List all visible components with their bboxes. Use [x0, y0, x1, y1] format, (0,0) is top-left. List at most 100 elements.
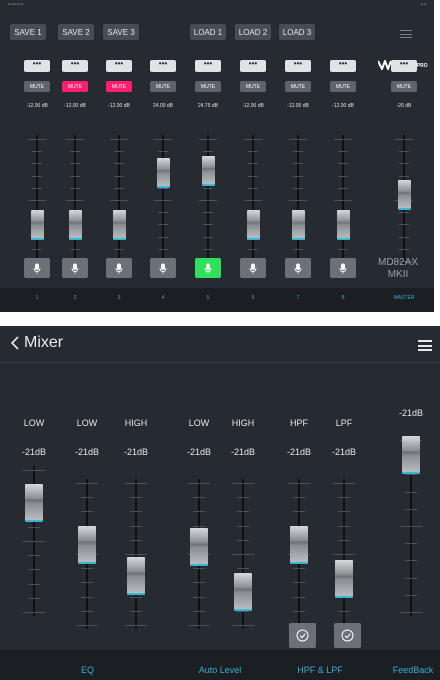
eq-high-fader-knob[interactable]	[127, 557, 145, 596]
channel-6-fader-tick	[248, 187, 258, 189]
channel-3-fader-tick	[114, 163, 124, 165]
channel-4-mic-button[interactable]	[150, 258, 176, 278]
channel-1-settings-button[interactable]: •••	[24, 60, 50, 72]
channel-4-fader-tick	[154, 139, 172, 140]
hpf-enable-button[interactable]	[289, 623, 316, 648]
channel-8-mic-button[interactable]	[330, 258, 356, 278]
load-2-button[interactable]: LOAD 2	[235, 24, 271, 40]
auto-level-high-fader-tick	[232, 625, 254, 626]
eq-low-2-fader-tick	[76, 625, 98, 626]
channel-3-fader-tick	[114, 151, 124, 153]
auto-level-high-fader-tick	[237, 511, 249, 513]
hpf-fader-tick	[293, 568, 305, 570]
channel-5-fader-knob[interactable]	[201, 156, 215, 186]
feedback-fader-tick	[400, 526, 422, 527]
lpf-fader-knob[interactable]	[335, 559, 353, 598]
feedback-fader-tick	[400, 612, 422, 613]
hpf-fader-tick	[293, 497, 305, 499]
auto-level-high-fader-knob[interactable]	[234, 573, 252, 612]
channel-1-fader-tick	[32, 175, 42, 177]
model-name: MD82AX MKII	[368, 257, 428, 281]
channel-4-fader-tick	[158, 224, 168, 226]
load-3-button[interactable]: LOAD 3	[279, 24, 315, 40]
channel-1-mute-button[interactable]: MUTE	[24, 81, 50, 92]
hpf-fader-tick	[293, 596, 305, 598]
eq-low-2-fader-tick	[76, 483, 98, 484]
channel-8-level-value: -12.00 dB	[332, 103, 354, 109]
channel-4-settings-button[interactable]: •••	[150, 60, 176, 72]
auto-level-low-fader-tick	[193, 582, 205, 584]
channel-4-fader-knob[interactable]	[156, 158, 170, 188]
channel-number-3: 3	[117, 295, 121, 301]
channel-1-level-value: -12.00 dB	[26, 103, 48, 109]
channel-7-fader-knob[interactable]	[291, 210, 305, 240]
mic-icon	[294, 263, 302, 274]
save-3-button[interactable]: SAVE 3	[103, 24, 139, 40]
channel-4-mute-button[interactable]: MUTE	[150, 81, 176, 92]
eq-low-1-value: -21dB	[21, 447, 47, 457]
eq-low-1-label: LOW	[23, 418, 45, 428]
master-settings-button[interactable]: •••	[391, 60, 417, 72]
save-1-button[interactable]: SAVE 1	[10, 24, 46, 40]
channel-6-settings-button[interactable]: •••	[240, 60, 266, 72]
channel-6-mute-button[interactable]: MUTE	[240, 81, 266, 92]
channel-6-fader-tick	[248, 163, 258, 165]
load-1-button[interactable]: LOAD 1	[190, 24, 226, 40]
channel-2-mute-button[interactable]: MUTE	[62, 81, 88, 92]
channel-3-mic-button[interactable]	[106, 258, 132, 278]
channel-7-fader-tick	[293, 248, 303, 250]
channel-2-fader-tick	[70, 248, 80, 250]
channel-3-settings-button[interactable]: •••	[106, 60, 132, 72]
channel-5-mic-button[interactable]	[195, 258, 221, 278]
eq-low-1-fader-knob[interactable]	[25, 483, 43, 522]
channel-3-fader-tick	[114, 175, 124, 177]
channel-6-mic-button[interactable]	[240, 258, 266, 278]
channel-7-settings-button[interactable]: •••	[285, 60, 311, 72]
channel-8-fader-tick	[338, 248, 348, 250]
eq-low-2-fader-knob[interactable]	[78, 526, 96, 565]
channel-7-mute-button[interactable]: MUTE	[285, 81, 311, 92]
channel-3-mute-button[interactable]: MUTE	[106, 81, 132, 92]
lpf-enable-button[interactable]	[334, 623, 361, 648]
menu-icon[interactable]	[418, 340, 432, 351]
auto-level-low-fader-knob[interactable]	[190, 528, 208, 567]
channel-8-mute-button[interactable]: MUTE	[330, 81, 356, 92]
model-line-2: MKII	[387, 269, 409, 280]
eq-high-fader-tick	[130, 525, 142, 527]
feedback-fader-tick	[405, 474, 417, 476]
channel-6-fader-knob[interactable]	[246, 210, 260, 240]
channel-5-mute-button[interactable]: MUTE	[195, 81, 221, 92]
channel-1-mic-button[interactable]	[24, 258, 50, 278]
fx-mixer-panel: Mixer LOW -21dB LOW -21dB HIGH -21dB LOW -21dB H…	[0, 326, 440, 680]
channel-number-6: 6	[251, 295, 255, 301]
channel-1-fader-knob[interactable]	[30, 210, 44, 240]
channel-7-mic-button[interactable]	[285, 258, 311, 278]
channel-8-fader-tick	[338, 163, 348, 165]
channel-2-mic-button[interactable]	[62, 258, 88, 278]
auto-level-high-fader-tick	[232, 483, 254, 484]
channel-8-fader-tick	[338, 175, 348, 177]
auto-level-high-fader-tick	[237, 525, 249, 527]
header-divider	[0, 362, 440, 363]
eq-low-1-fader-tick	[23, 612, 45, 613]
channel-2-settings-button[interactable]: •••	[62, 60, 88, 72]
mic-icon	[249, 263, 257, 274]
channel-2-fader-knob[interactable]	[68, 210, 82, 240]
channel-1-fader-tick	[28, 200, 46, 201]
master-fader-knob[interactable]	[397, 180, 411, 210]
back-button[interactable]: Mixer	[10, 334, 63, 352]
master-label: MASTER	[393, 295, 415, 301]
master-fader-tick	[399, 175, 409, 177]
hpf-fader-knob[interactable]	[290, 526, 308, 565]
channel-6-fader-tick	[244, 139, 262, 140]
channel-8-settings-button[interactable]: •••	[330, 60, 356, 72]
channel-5-settings-button[interactable]: •••	[195, 60, 221, 72]
master-mute-button[interactable]: MUTE	[391, 81, 417, 92]
channel-3-fader-knob[interactable]	[112, 210, 126, 240]
save-2-button[interactable]: SAVE 2	[58, 24, 94, 40]
channel-8-fader-knob[interactable]	[336, 210, 350, 240]
menu-icon[interactable]	[400, 30, 412, 38]
channel-2-fader-tick	[70, 175, 80, 177]
feedback-fader-knob[interactable]	[402, 436, 420, 474]
model-line-1: MD82AX	[377, 257, 418, 268]
